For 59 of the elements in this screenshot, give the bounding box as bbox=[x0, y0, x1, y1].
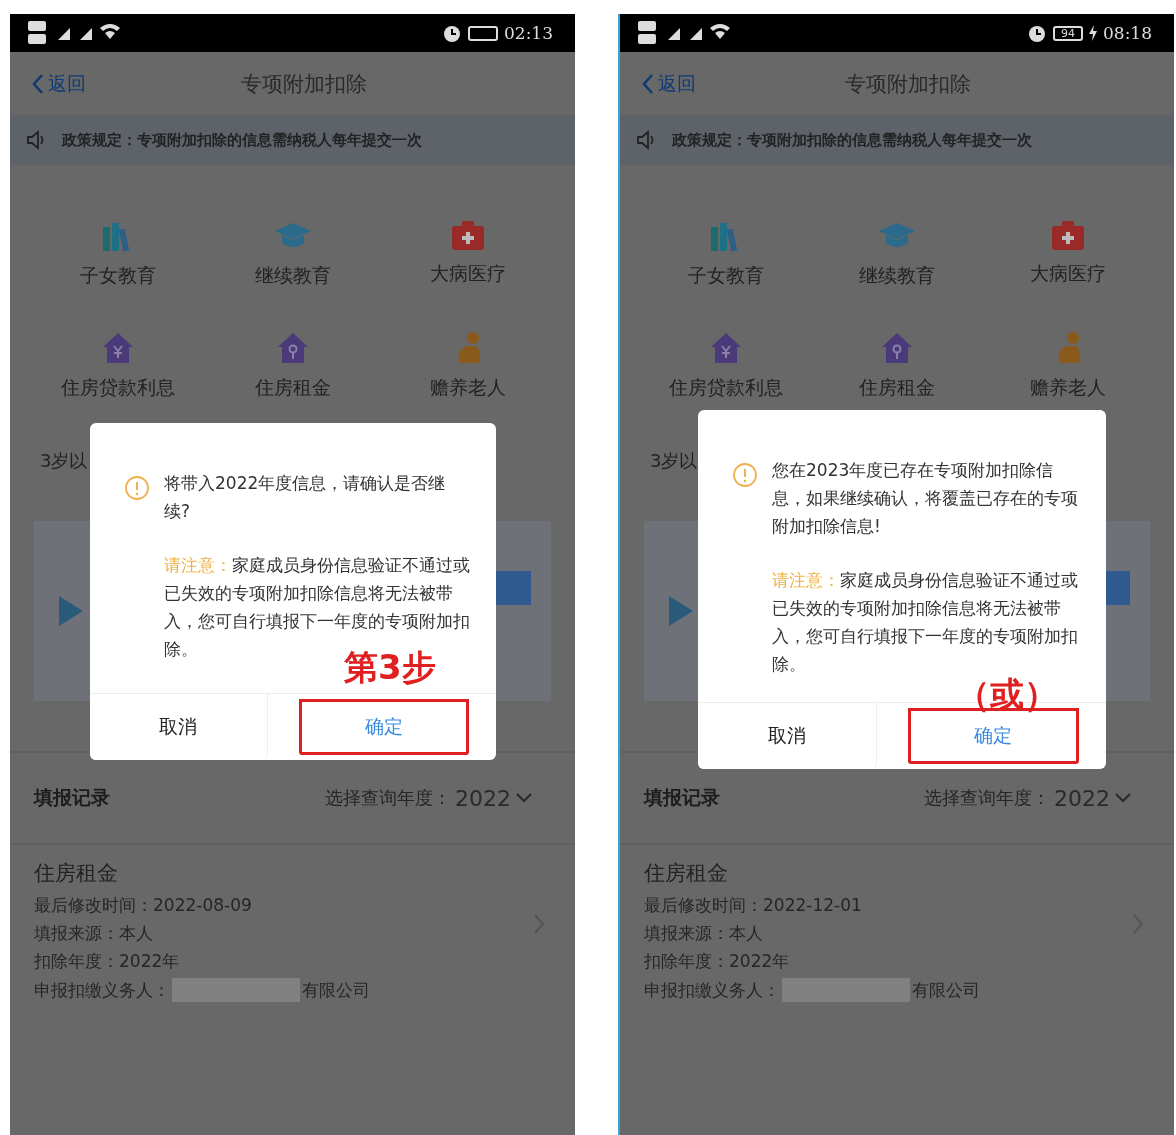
record-detail: 填报来源：本人 bbox=[34, 922, 153, 945]
chevron-down-icon bbox=[1114, 792, 1132, 804]
dialog-message: 您在2023年度已存在专项附加扣除信息，如果继续确认，将覆盖已存在的专项附加扣除信息! bbox=[772, 459, 1079, 538]
alarm-icon bbox=[442, 23, 462, 43]
charging-icon bbox=[1089, 25, 1097, 41]
house-icon bbox=[880, 331, 914, 365]
year-selector[interactable]: 选择查询年度： 2022 bbox=[325, 785, 533, 811]
record-title: 住房租金 bbox=[34, 860, 119, 887]
medical-kit-icon bbox=[1050, 219, 1087, 251]
dialog-message: 将带入2022年度信息，请确认是否继续? bbox=[164, 472, 447, 523]
record-detail: 最后修改时间：2022-12-01 bbox=[644, 894, 862, 917]
alarm-icon bbox=[1027, 23, 1047, 43]
notice-text: 政策规定：专项附加扣除的信息需纳税人每年提交一次 bbox=[672, 130, 1032, 150]
battery-icon: 94 bbox=[1053, 25, 1083, 41]
cancel-button[interactable]: 取消 bbox=[90, 694, 268, 760]
category-item[interactable]: 子女教育 bbox=[640, 219, 812, 289]
record-item[interactable]: 住房租金 最后修改时间：2022-08-09 填报来源：本人 扣除年度：2022年 申报扣缴义务人： 有限公司 bbox=[10, 843, 575, 1002]
category-item[interactable]: 赡养老人 bbox=[380, 331, 555, 401]
record-detail: 扣除年度：2022年 bbox=[34, 950, 180, 973]
section-text: 3岁以 bbox=[650, 449, 698, 473]
notice-text: 政策规定：专项附加扣除的信息需纳税人每年提交一次 bbox=[62, 130, 422, 150]
clock-time: 08:18 bbox=[1103, 23, 1152, 43]
cancel-button[interactable]: 取消 bbox=[698, 703, 877, 769]
category-item[interactable]: 大病医疗 bbox=[380, 219, 555, 289]
category-item[interactable]: 住房贷款利息 bbox=[640, 331, 812, 401]
record-detail: 申报扣缴义务人： bbox=[34, 978, 170, 1002]
medical-kit-icon bbox=[449, 219, 486, 251]
category-item[interactable]: 子女教育 bbox=[30, 219, 205, 289]
back-button[interactable]: 返回 bbox=[642, 70, 696, 97]
category-item[interactable]: 大病医疗 bbox=[982, 219, 1154, 289]
warning-icon bbox=[124, 475, 150, 501]
category-item[interactable]: 赡养老人 bbox=[982, 331, 1154, 401]
chevron-down-icon bbox=[515, 792, 533, 804]
dialog-note: 请注意：家庭成员身份信息验证不通过或已失效的专项附加扣除信息将无法被带入，您可自行填报下一年度的专项附加扣除。 bbox=[772, 569, 1079, 676]
record-detail: 申报扣缴义务人： bbox=[644, 978, 780, 1002]
category-item[interactable]: 继续教育 bbox=[811, 219, 983, 289]
category-item[interactable]: 住房贷款利息 bbox=[30, 331, 205, 401]
chevron-left-icon bbox=[32, 72, 44, 95]
section-text: 3岁以 bbox=[40, 449, 88, 473]
record-item[interactable]: 住房租金 最后修改时间：2022-12-01 填报来源：本人 扣除年度：2022年 申报扣缴义务人： 有限公司 bbox=[620, 843, 1174, 1002]
section-title: 填报记录 bbox=[34, 785, 110, 810]
page-title: 专项附加扣除 bbox=[240, 70, 367, 98]
category-item[interactable]: 住房租金 bbox=[811, 331, 983, 401]
battery-icon bbox=[468, 25, 498, 41]
page-title: 专项附加扣除 bbox=[845, 70, 971, 98]
record-title: 住房租金 bbox=[644, 860, 729, 887]
section-title: 填报记录 bbox=[644, 785, 720, 810]
record-detail: 扣除年度：2022年 bbox=[644, 950, 790, 973]
record-detail: 填报来源：本人 bbox=[644, 922, 763, 945]
record-detail: 有限公司 bbox=[302, 978, 370, 1002]
record-detail: 最后修改时间：2022-08-09 bbox=[34, 894, 252, 917]
year-selector[interactable]: 选择查询年度： 2022 bbox=[924, 785, 1132, 811]
back-button[interactable]: 返回 bbox=[32, 70, 86, 97]
clock-time: 02:13 bbox=[504, 23, 553, 43]
category-item[interactable]: 继续教育 bbox=[205, 219, 380, 289]
record-detail: 有限公司 bbox=[912, 978, 980, 1002]
warning-icon bbox=[732, 462, 758, 488]
chevron-left-icon bbox=[642, 72, 654, 95]
category-item[interactable]: 住房租金 bbox=[205, 331, 380, 401]
